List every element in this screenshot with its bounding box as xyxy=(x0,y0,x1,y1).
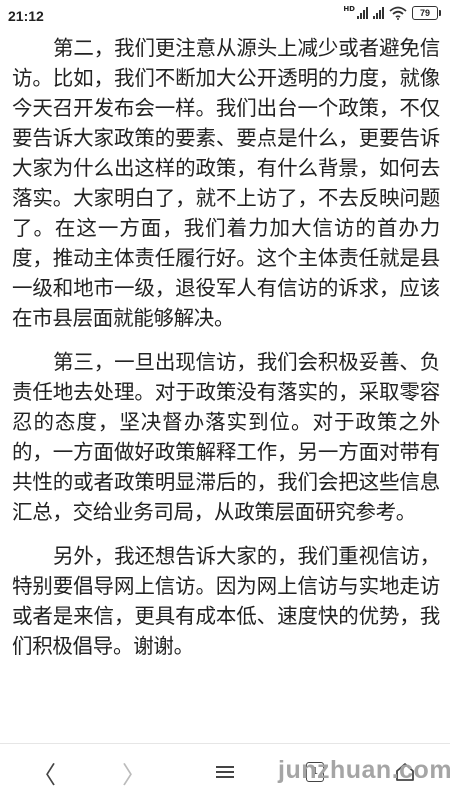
wifi-icon xyxy=(389,6,407,20)
back-icon: 〈 xyxy=(32,760,56,789)
status-bar: 21:12 HD 79 xyxy=(0,0,450,30)
network-type-label: HD xyxy=(343,5,355,13)
watermark: junzhuan.com xyxy=(278,756,450,784)
signal-icon xyxy=(373,7,384,19)
forward-button[interactable]: 〉 xyxy=(112,752,156,792)
article-paragraph: 另外，我还想告诉大家的，我们重视信访，特别要倡导网上信访。因为网上信访与实地走访… xyxy=(12,544,440,658)
signal-icon xyxy=(357,7,368,19)
back-button[interactable]: 〈 xyxy=(22,752,66,792)
status-icons: HD 79 xyxy=(343,5,441,20)
menu-button[interactable] xyxy=(203,752,247,792)
menu-icon xyxy=(216,763,234,781)
article-paragraph: 第二，我们更注意从源头上减少或者避免信访。比如，我们不断加大公开透明的力度，就像… xyxy=(12,36,440,330)
battery-icon: 79 xyxy=(412,6,441,20)
status-time: 21:12 xyxy=(8,8,44,24)
forward-icon: 〉 xyxy=(122,760,146,789)
article-body: 第二，我们更注意从源头上减少或者避免信访。比如，我们不断加大公开透明的力度，就像… xyxy=(12,33,440,675)
article-paragraph: 第三，一旦出现信访，我们会积极妥善、负责任地去处理。对于政策没有落实的，采取零容… xyxy=(12,350,440,524)
